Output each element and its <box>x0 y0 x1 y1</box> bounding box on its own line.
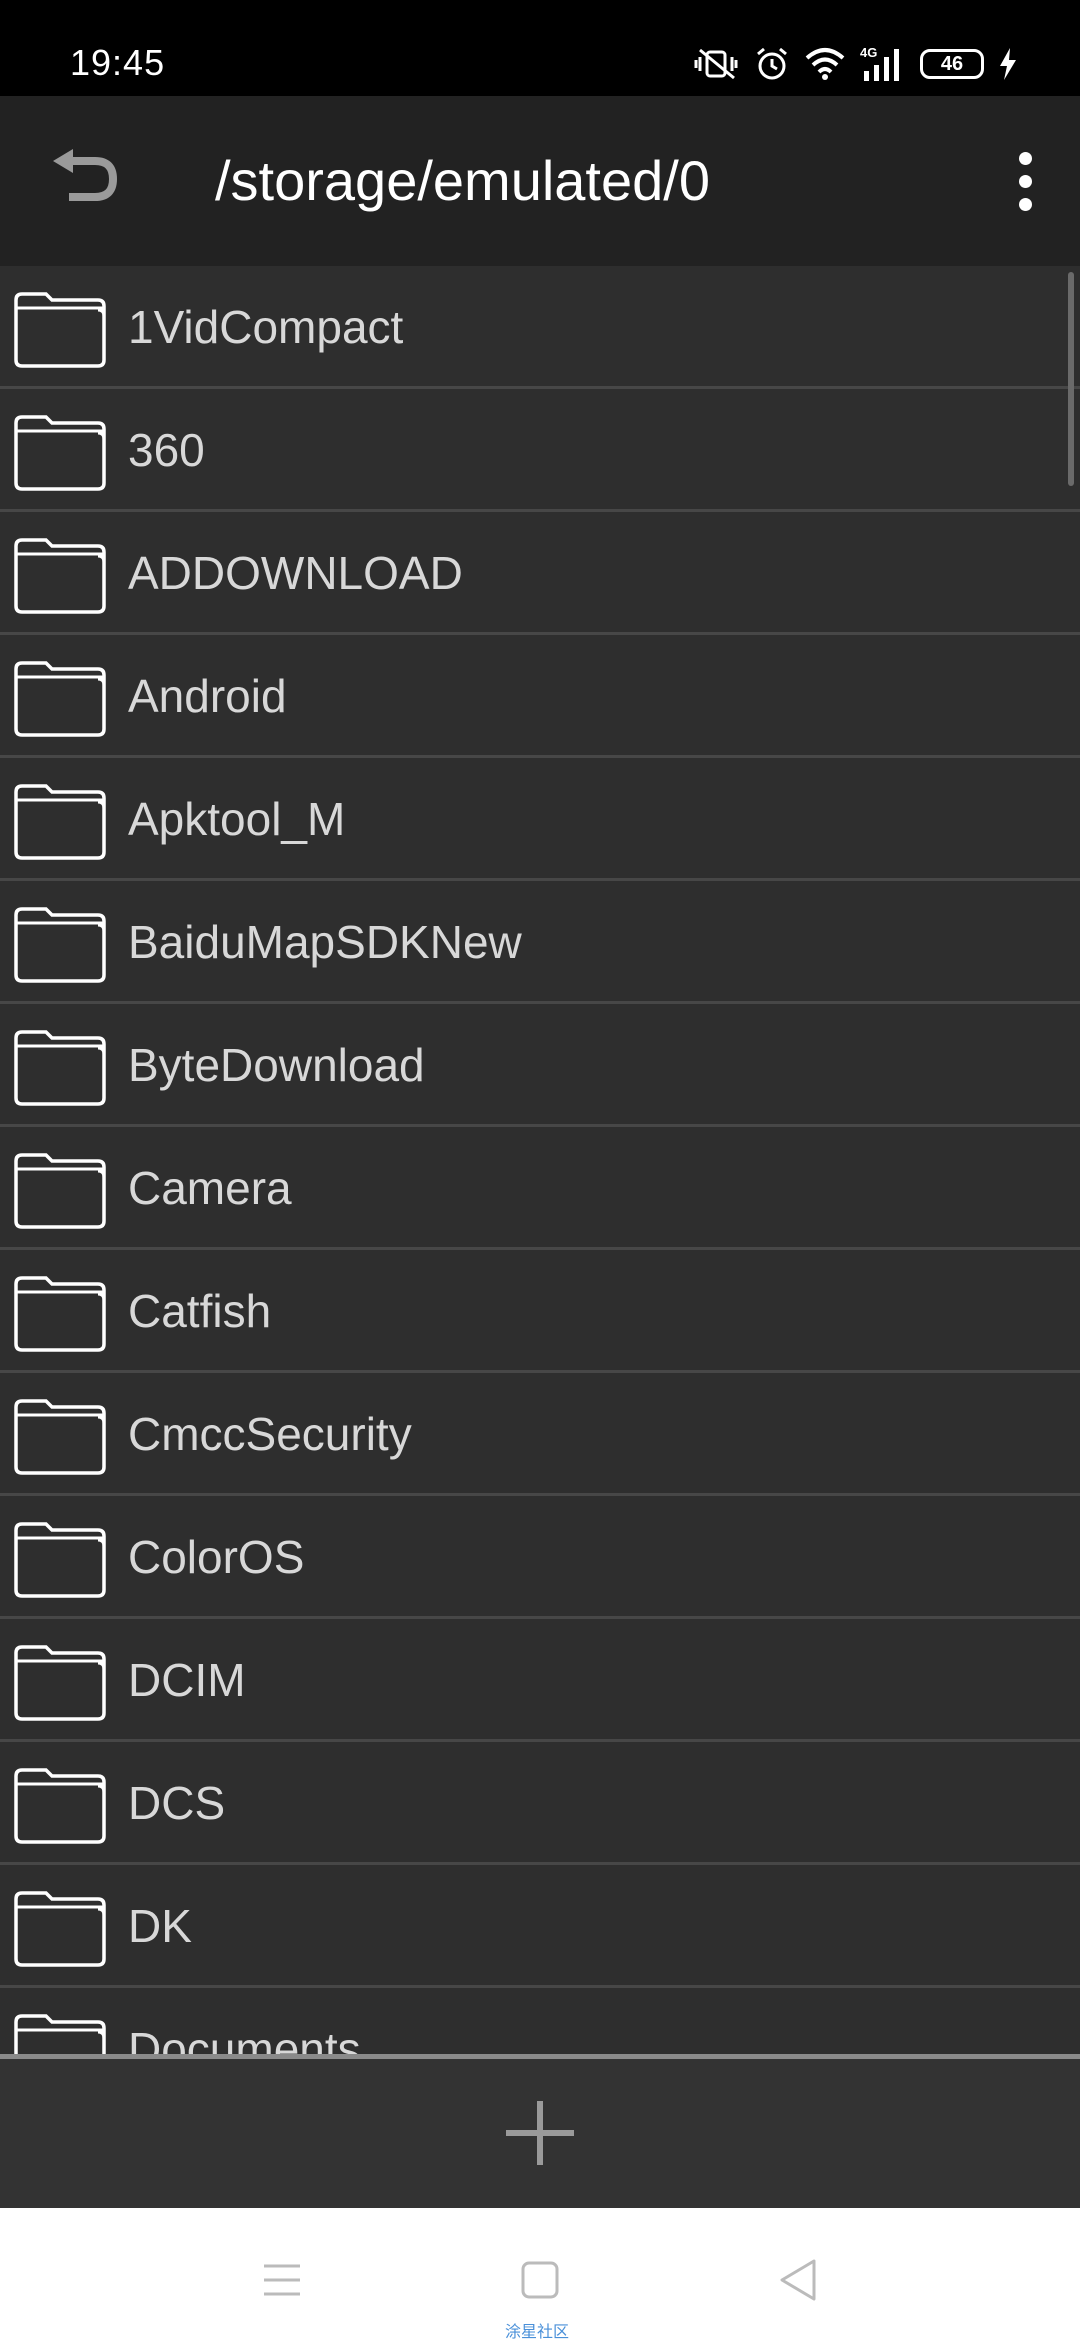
folder-icon <box>12 409 108 491</box>
file-name: 360 <box>128 424 205 476</box>
file-list[interactable]: 1VidCompact 360 ADDOWNLOAD Android Apktool_M… <box>0 266 1080 2054</box>
folder-icon <box>12 778 108 860</box>
overflow-menu-icon-dot <box>1018 174 1032 188</box>
recent-apps-button[interactable] <box>252 2254 312 2306</box>
file-row[interactable]: ColorOS <box>0 1496 1080 1619</box>
file-name: Documents <box>128 2023 361 2054</box>
folder-icon <box>12 1885 108 1967</box>
folder-icon <box>12 286 108 368</box>
file-name: Camera <box>128 1162 292 1214</box>
add-button[interactable] <box>490 2095 590 2171</box>
file-row[interactable]: DK <box>0 1865 1080 1988</box>
overflow-menu-icon-dot <box>1018 197 1032 211</box>
file-row[interactable]: Android <box>0 635 1080 758</box>
folder-icon <box>12 2008 108 2054</box>
folder-icon <box>12 532 108 614</box>
alarm-icon <box>754 46 790 82</box>
file-row[interactable]: DCIM <box>0 1619 1080 1742</box>
file-row[interactable]: ByteDownload <box>0 1004 1080 1127</box>
file-name: CmccSecurity <box>128 1408 412 1460</box>
wifi-icon <box>804 47 846 81</box>
folder-icon <box>12 1762 108 1844</box>
folder-icon <box>12 1393 108 1475</box>
charging-icon <box>998 47 1018 81</box>
file-name: 1VidCompact <box>128 301 404 353</box>
file-name: ColorOS <box>128 1531 305 1583</box>
file-row[interactable]: Camera <box>0 1127 1080 1250</box>
folder-icon <box>12 1147 108 1229</box>
menu-icon <box>264 2264 300 2296</box>
folder-icon <box>12 1270 108 1352</box>
file-name: DCS <box>128 1777 226 1829</box>
file-name: Apktool_M <box>128 793 346 845</box>
file-row[interactable]: Catfish <box>0 1250 1080 1373</box>
scrollbar[interactable] <box>1068 272 1074 486</box>
system-navigation-bar: 涂星社区 <box>0 2208 1080 2340</box>
file-row[interactable]: 360 <box>0 389 1080 512</box>
home-icon <box>521 2261 559 2299</box>
plus-icon <box>506 2101 574 2165</box>
overflow-menu-button[interactable] <box>990 131 1060 231</box>
folder-icon <box>12 1516 108 1598</box>
network-type-label: 4G <box>860 45 877 60</box>
file-row[interactable]: 1VidCompact <box>0 266 1080 389</box>
folder-icon <box>12 1024 108 1106</box>
folder-icon <box>12 655 108 737</box>
file-row[interactable]: CmccSecurity <box>0 1373 1080 1496</box>
status-icons: 4G 46 <box>694 42 1018 86</box>
battery-level: 46 <box>940 52 964 75</box>
file-name: ByteDownload <box>128 1039 425 1091</box>
watermark: 涂星社区 <box>505 2324 570 2340</box>
battery-icon: 46 <box>920 49 984 79</box>
overflow-menu-icon <box>1018 151 1032 165</box>
vibrate-mute-icon <box>694 47 740 81</box>
back-button[interactable] <box>30 126 140 236</box>
signal-4g-icon: 4G <box>860 45 906 83</box>
file-row[interactable]: Documents <box>0 1988 1080 2054</box>
folder-icon <box>12 901 108 983</box>
file-name: Android <box>128 670 287 722</box>
file-name: ADDOWNLOAD <box>128 547 463 599</box>
file-row[interactable]: DCS <box>0 1742 1080 1865</box>
file-row[interactable]: ADDOWNLOAD <box>0 512 1080 635</box>
back-icon <box>780 2259 816 2301</box>
undo-arrow-icon <box>53 149 118 201</box>
folder-icon <box>12 1639 108 1721</box>
file-name: DCIM <box>128 1654 246 1706</box>
file-name: BaiduMapSDKNew <box>128 916 522 968</box>
app-bar: /storage/emulated/0 <box>0 96 1080 266</box>
home-button[interactable] <box>510 2254 570 2306</box>
file-row[interactable]: BaiduMapSDKNew <box>0 881 1080 1004</box>
file-row[interactable]: Apktool_M <box>0 758 1080 881</box>
path-title: /storage/emulated/0 <box>215 149 710 212</box>
file-name: DK <box>128 1900 192 1952</box>
bottom-bar <box>0 2054 1080 2208</box>
file-name: Catfish <box>128 1285 272 1337</box>
status-bar: 19:45 4G 46 <box>0 0 1080 96</box>
back-nav-button[interactable] <box>768 2254 828 2306</box>
status-time: 19:45 <box>70 42 166 83</box>
